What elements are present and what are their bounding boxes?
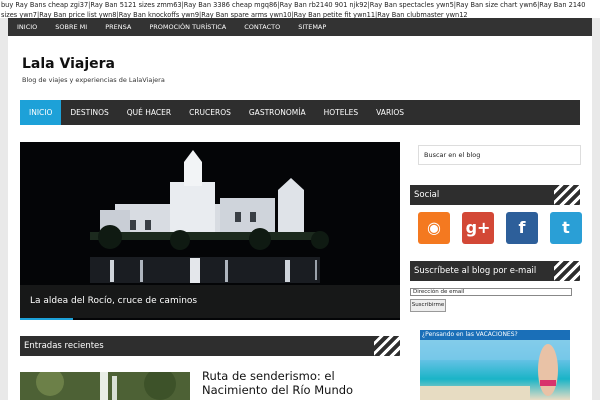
ad-image [420, 340, 570, 400]
mainnav-item-gastronomia[interactable]: GASTRONOMÍA [240, 100, 315, 125]
twitter-icon[interactable]: t [550, 212, 582, 244]
topnav-item-sitemap[interactable]: SITEMAP [289, 18, 335, 36]
subscribe-heading-label: Suscríbete al blog por e-mail [414, 266, 537, 276]
post-thumbnail[interactable] [20, 372, 190, 400]
social-heading-label: Social [414, 190, 440, 200]
mainnav-item-hoteles[interactable]: HOTELES [315, 100, 368, 125]
social-icons: ◉ g+ f t [412, 212, 582, 246]
mainnav-item-cruceros[interactable]: CRUCEROS [180, 100, 240, 125]
spam-links[interactable]: buy Ray Bans cheap zgi37|Ray Ban 5121 si… [0, 0, 600, 18]
mainnav-item-inicio[interactable]: INICIO [20, 100, 62, 125]
email-field[interactable]: Dirección de email [410, 288, 572, 296]
heading-stripes [554, 261, 580, 281]
social-heading: Social [410, 185, 580, 205]
post-title-link[interactable]: Ruta de senderismo: el Nacimiento del Rí… [202, 369, 362, 397]
mainnav-item-destinos[interactable]: DESTINOS [61, 100, 117, 125]
rss-icon[interactable]: ◉ [418, 212, 450, 244]
vacation-ad-banner[interactable]: ¿Pensando en las VACACIONES? [420, 330, 570, 400]
site-tagline: Blog de viajes y experiencias de LalaVia… [22, 76, 165, 84]
top-navigation: INICIO SOBRE MI PRENSA PROMOCIÓN TURÍSTI… [8, 18, 592, 36]
topnav-item-contacto[interactable]: CONTACTO [235, 18, 289, 36]
site-title[interactable]: Lala Viajera [22, 56, 165, 72]
recent-posts-heading-label: Entradas recientes [24, 341, 104, 351]
mainnav-item-que-hacer[interactable]: QUÉ HACER [118, 100, 180, 125]
heading-stripes [554, 185, 580, 205]
mainnav-item-varios[interactable]: VARIOS [367, 100, 413, 125]
topnav-item-prensa[interactable]: PRENSA [96, 18, 140, 36]
search-input[interactable]: Buscar en el blog [418, 145, 581, 165]
subscribe-button[interactable]: Suscribirme [410, 299, 446, 312]
site-branding: Lala Viajera Blog de viajes y experienci… [22, 56, 165, 84]
facebook-icon[interactable]: f [506, 212, 538, 244]
topnav-item-promocion[interactable]: PROMOCIÓN TURÍSTICA [140, 18, 235, 36]
page-container: Lala Viajera Blog de viajes y experienci… [8, 36, 592, 400]
featured-slider[interactable]: La aldea del Rocío, cruce de caminos [20, 142, 400, 320]
subscribe-heading: Suscríbete al blog por e-mail [410, 261, 580, 281]
google-plus-icon[interactable]: g+ [462, 212, 494, 244]
slide-caption[interactable]: La aldea del Rocío, cruce de caminos [20, 285, 400, 318]
topnav-item-inicio[interactable]: INICIO [8, 18, 46, 36]
slider-progress-bar [20, 318, 74, 320]
topnav-item-sobre-mi[interactable]: SOBRE MI [46, 18, 96, 36]
heading-stripes [374, 336, 400, 356]
main-navigation: INICIO DESTINOS QUÉ HACER CRUCEROS GASTR… [20, 100, 580, 125]
recent-posts-heading: Entradas recientes [20, 336, 400, 356]
